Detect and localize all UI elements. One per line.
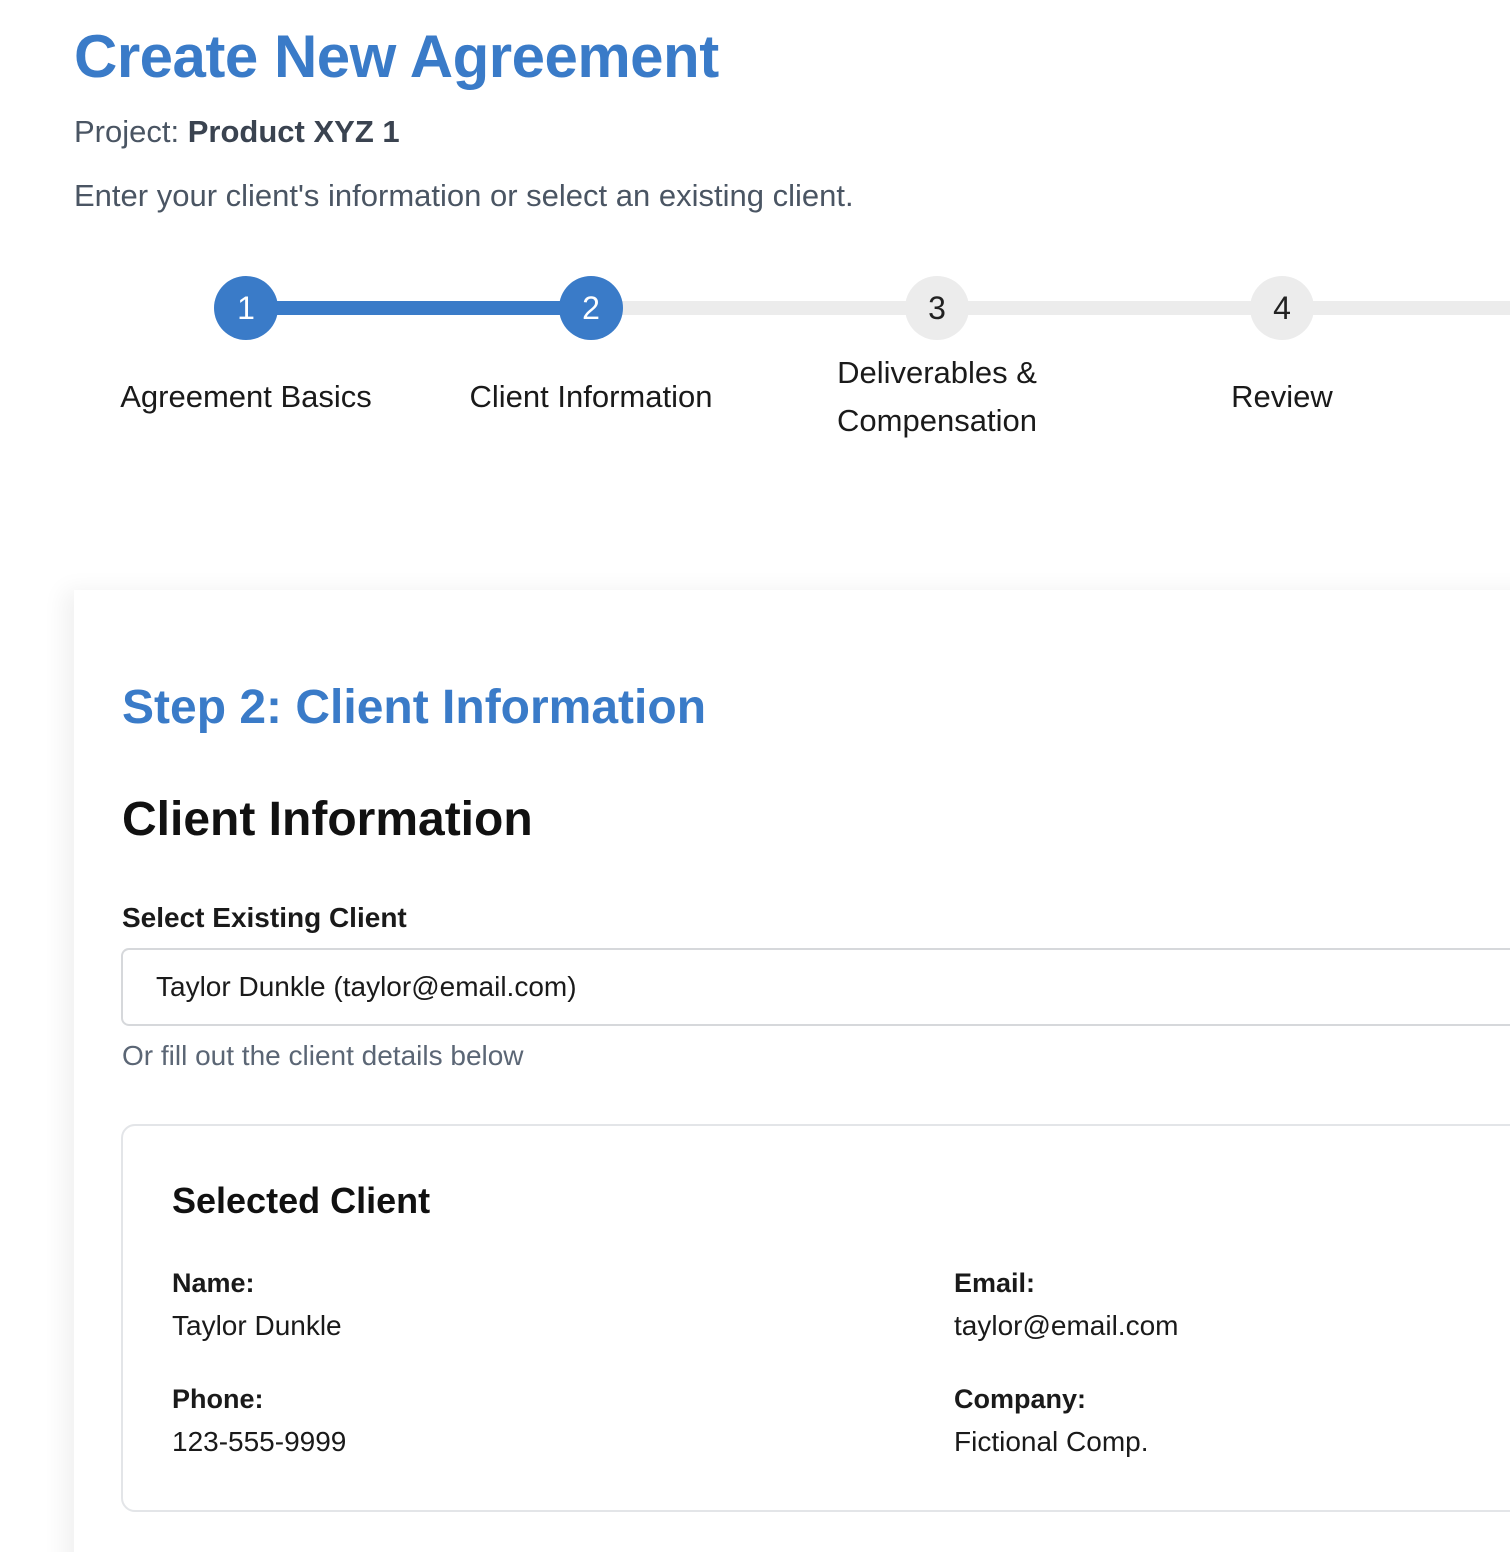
step-connector-1-2 xyxy=(246,301,592,315)
project-line: Project: Product XYZ 1 xyxy=(74,114,400,150)
step-connector-3-4 xyxy=(938,301,1284,315)
step-heading: Step 2: Client Information xyxy=(122,681,707,734)
step-connector-4-end xyxy=(1284,301,1510,315)
name-value: Taylor Dunkle xyxy=(172,1310,342,1341)
company-value: Fictional Comp. xyxy=(954,1426,1149,1457)
email-value: taylor@email.com xyxy=(954,1310,1179,1341)
selected-client-title: Selected Client xyxy=(172,1180,431,1221)
step-connector-2-3 xyxy=(592,301,938,315)
step-4-circle[interactable]: 4 xyxy=(1250,276,1314,340)
section-heading: Client Information xyxy=(122,793,533,846)
project-prefix: Project: xyxy=(74,114,180,149)
step-2-circle[interactable]: 2 xyxy=(559,276,623,340)
phone-value: 123-555-9999 xyxy=(172,1426,347,1457)
name-label: Name: xyxy=(172,1268,255,1298)
phone-label: Phone: xyxy=(172,1384,264,1414)
company-label: Company: xyxy=(954,1384,1087,1414)
step-3-circle[interactable]: 3 xyxy=(905,276,969,340)
select-client-label: Select Existing Client xyxy=(122,902,407,933)
page: Create New Agreement Project: Product XY… xyxy=(0,0,1510,1552)
project-name: Product XYZ 1 xyxy=(187,114,400,149)
step-1-label: Agreement Basics xyxy=(120,379,372,414)
step-4-label: Review xyxy=(1231,379,1333,414)
progress-stepper: 1 2 3 4 Agreement Basics Client Informat… xyxy=(0,270,1510,470)
page-title: Create New Agreement xyxy=(74,23,719,90)
helper-text: Or fill out the client details below xyxy=(122,1040,524,1071)
client-select-value: Taylor Dunkle (taylor@email.com) xyxy=(156,971,577,1002)
step-3-label: Deliverables & Compensation xyxy=(837,355,1037,438)
client-select[interactable]: Taylor Dunkle (taylor@email.com) xyxy=(121,948,1510,1026)
intro-text: Enter your client's information or selec… xyxy=(74,178,854,213)
step-2-label: Client Information xyxy=(469,379,713,414)
step-1-circle[interactable]: 1 xyxy=(214,276,278,340)
email-label: Email: xyxy=(954,1268,1036,1298)
